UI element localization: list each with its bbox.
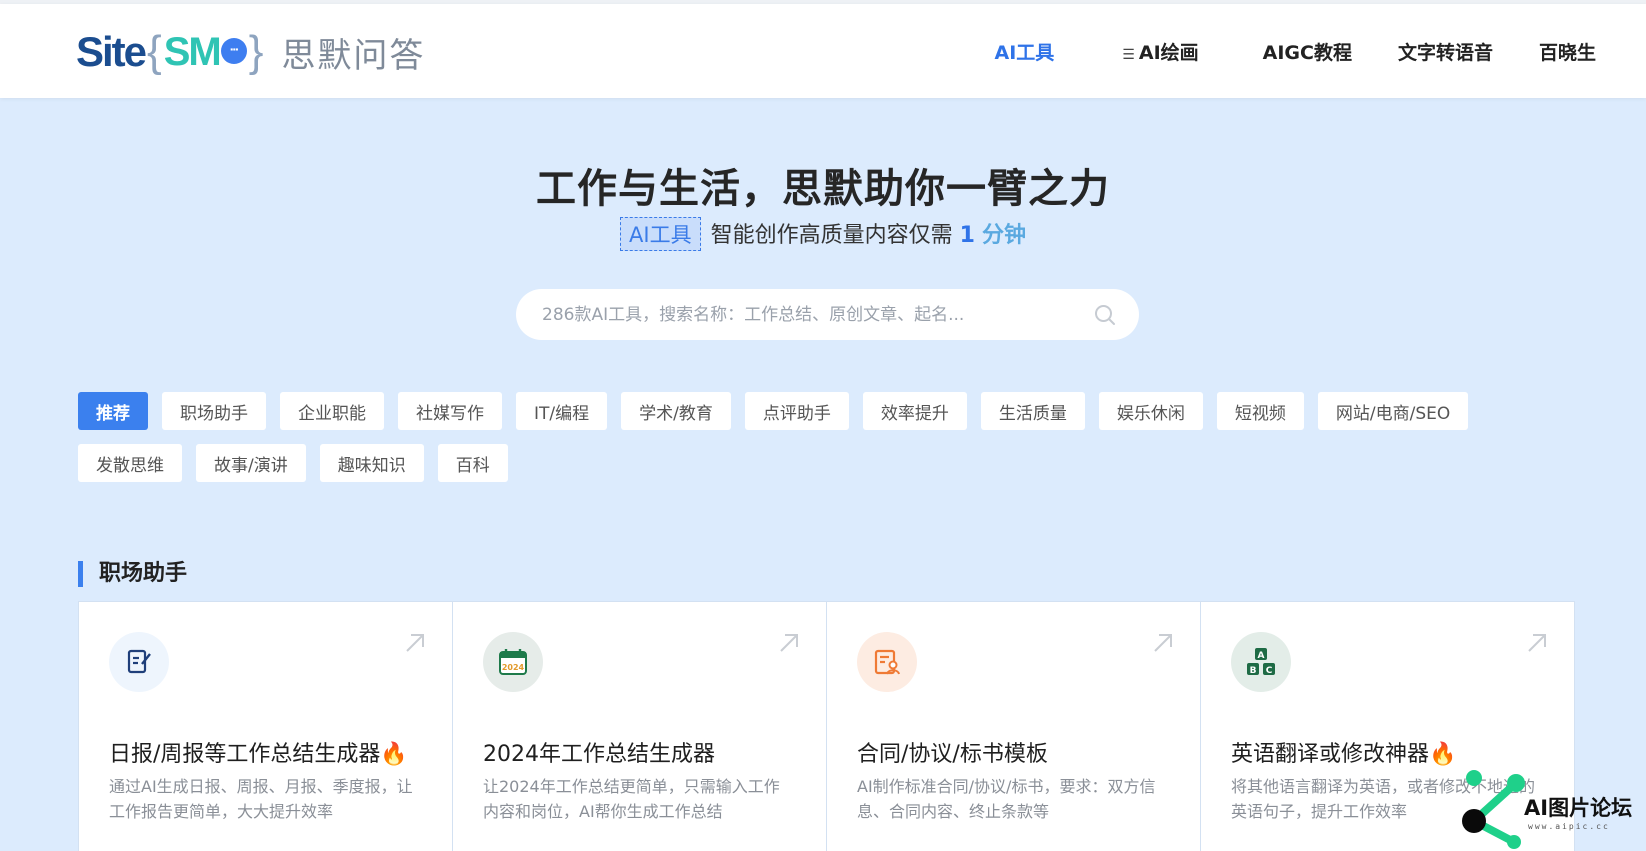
tool-card[interactable]: 日报/周报等工作总结生成器🔥 通过AI生成日报、周报、月报、季度报，让工作报告更… <box>78 601 453 851</box>
watermark-url: www.aipic.cc <box>1528 822 1610 831</box>
category-tab-workplace[interactable]: 职场助手 <box>162 392 266 430</box>
svg-text:B: B <box>1250 666 1257 676</box>
logo-site-text: Site <box>76 28 147 75</box>
external-arrow-icon <box>1154 634 1172 652</box>
external-arrow-icon <box>1528 634 1546 652</box>
category-tab-social-writing[interactable]: 社媒写作 <box>398 392 502 430</box>
tool-card-title: 2024年工作总结生成器 <box>483 742 715 767</box>
hero-number: 1 <box>959 223 975 248</box>
watermark-logo-icon <box>1462 770 1525 849</box>
logo-chinese-name: 思默问答 <box>281 35 426 76</box>
tool-card[interactable]: 合同/协议/标书模板 AI制作标准合同/协议/标书，要求：双方信息、合同内容、终… <box>826 601 1201 851</box>
logo-brace-open: { <box>147 27 162 76</box>
external-arrow-icon <box>406 634 424 652</box>
tool-card-title: 合同/协议/标书模板 <box>857 742 1048 767</box>
hero-tag: AI工具 <box>620 217 701 251</box>
hero-unit: 分钟 <box>981 223 1026 248</box>
category-tab-recommend[interactable]: 推荐 <box>78 392 148 430</box>
logo-smo-text: SM ··· <box>164 30 247 75</box>
search-box <box>516 289 1139 340</box>
hero-title: 工作与生活，思默助你一臂之力 <box>536 166 1110 212</box>
tool-card-desc: 让2024年工作总结更简单，只需输入工作内容和岗位，AI帮你生成工作总结 <box>483 777 780 821</box>
nav-item-baixiaosheng[interactable]: 百晓生 <box>1539 38 1596 65</box>
edit-document-icon <box>109 632 169 692</box>
tool-card-title: 英语翻译或修改神器🔥 <box>1231 742 1457 767</box>
search-icon[interactable] <box>1093 303 1117 327</box>
abc-blocks-icon: A B C <box>1231 632 1291 692</box>
watermark-text: AI图片论坛 <box>1524 796 1633 820</box>
category-row-1: 推荐 职场助手 企业职能 社媒写作 IT/编程 学术/教育 点评助手 效率提升 … <box>78 392 1578 430</box>
search-input[interactable] <box>542 304 1093 325</box>
nav-item-ai-painting-label: AI绘画 <box>1138 42 1199 64</box>
category-tab-short-video[interactable]: 短视频 <box>1216 392 1304 430</box>
logo-brace-close: } <box>248 27 264 76</box>
category-tab-academic[interactable]: 学术/教育 <box>621 392 731 430</box>
external-arrow-icon <box>780 634 798 652</box>
nav-item-text-to-speech[interactable]: 文字转语音 <box>1398 38 1493 65</box>
tool-card-desc: AI制作标准合同/协议/标书，要求：双方信息、合同内容、终止条款等 <box>857 777 1156 821</box>
category-tab-story-speech[interactable]: 故事/演讲 <box>196 444 306 482</box>
category-tab-encyclopedia[interactable]: 百科 <box>437 444 508 482</box>
contract-icon <box>857 632 917 692</box>
category-tab-review[interactable]: 点评助手 <box>744 392 849 430</box>
site-logo[interactable]: Site { SM ··· } 思默问答 <box>76 24 425 80</box>
svg-text:2024: 2024 <box>502 663 525 672</box>
calendar-2024-icon: 2024 <box>483 632 543 692</box>
category-tab-entertainment[interactable]: 娱乐休闲 <box>1098 392 1203 430</box>
category-tab-life-quality[interactable]: 生活质量 <box>980 392 1085 430</box>
category-tabs: 推荐 职场助手 企业职能 社媒写作 IT/编程 学术/教育 点评助手 效率提升 … <box>78 392 1578 496</box>
nav-item-ai-tools[interactable]: AI工具 <box>995 38 1055 65</box>
category-tab-efficiency[interactable]: 效率提升 <box>862 392 967 430</box>
tool-card-desc: 通过AI生成日报、周报、月报、季度报，让工作报告更简单，大大提升效率 <box>109 777 413 821</box>
tool-card-list: 日报/周报等工作总结生成器🔥 通过AI生成日报、周报、月报、季度报，让工作报告更… <box>78 601 1575 851</box>
logo-smo-letters: SM <box>163 29 222 74</box>
category-tab-enterprise[interactable]: 企业职能 <box>280 392 384 430</box>
main-nav: AI工具 ☰ AI绘画 AIGC教程 文字转语音 百晓生 <box>995 38 1596 65</box>
tool-card[interactable]: 2024 2024年工作总结生成器 让2024年工作总结更简单，只需输入工作内容… <box>452 601 827 851</box>
hero-sub-text: 智能创作高质量内容仅需 <box>710 223 953 248</box>
svg-text:A: A <box>1258 651 1265 661</box>
tool-card-title: 日报/周报等工作总结生成器🔥 <box>109 742 408 767</box>
category-tab-website-seo[interactable]: 网站/电商/SEO <box>1317 392 1469 430</box>
hero-subtitle: AI工具 智能创作高质量内容仅需 1 分钟 <box>0 217 1646 251</box>
chat-bubble-icon: ··· <box>220 37 247 64</box>
menu-icon: ☰ <box>1122 47 1135 63</box>
svg-text:C: C <box>1266 666 1273 676</box>
nav-item-aigc-tutorial[interactable]: AIGC教程 <box>1263 38 1352 65</box>
category-row-2: 发散思维 故事/演讲 趣味知识 百科 <box>78 444 1578 482</box>
nav-item-ai-painting[interactable]: ☰ AI绘画 <box>1122 38 1198 65</box>
category-tab-fun-knowledge[interactable]: 趣味知识 <box>319 444 424 482</box>
category-tab-it-coding[interactable]: IT/编程 <box>516 392 608 430</box>
site-header: Site { SM ··· } 思默问答 AI工具 ☰ AI绘画 AIGC教程 文字… <box>0 4 1646 98</box>
section-title: 职场助手 <box>78 561 187 587</box>
category-tab-divergent[interactable]: 发散思维 <box>78 444 182 482</box>
